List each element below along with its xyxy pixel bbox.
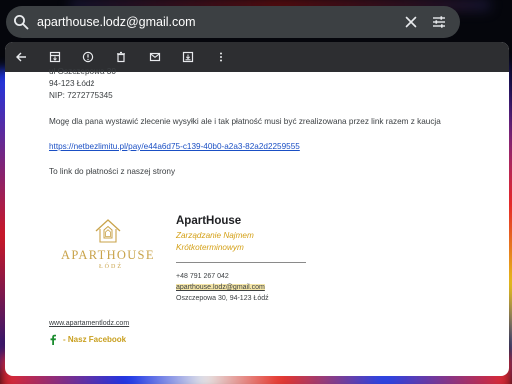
tagline-line-2: Krótkoterminowym — [176, 243, 244, 252]
company-tagline: Zarządzanie Najmem Krótkoterminowym — [176, 230, 316, 254]
mark-unread-icon[interactable] — [147, 49, 163, 65]
search-options-icon[interactable] — [432, 15, 446, 29]
signature-email-link[interactable]: aparthouse.lodz@gmail.com — [176, 284, 265, 291]
facebook-icon — [50, 334, 56, 345]
signature-divider — [176, 262, 306, 263]
archive-icon[interactable] — [47, 49, 63, 65]
back-arrow-icon[interactable] — [13, 49, 29, 65]
message-text: Mogę dla pana wystawić zlecenie wysyłki … — [49, 117, 441, 126]
signature-info: ApartHouse Zarządzanie Najmem Krótkoterm… — [176, 215, 316, 302]
move-to-icon[interactable] — [180, 49, 196, 65]
company-name: ApartHouse — [176, 215, 242, 227]
phone-number: +48 791 267 042 — [176, 273, 229, 280]
website-link[interactable]: www.apartamentlodz.com — [49, 320, 129, 327]
email-signature: APARTHOUSE ŁÓDŹ ApartHouse Zarządzanie N… — [5, 178, 509, 376]
delete-icon[interactable] — [113, 49, 129, 65]
address-line-city: 94-123 Łódź — [49, 79, 95, 88]
signature-address: Oszczepowa 30, 94-123 Łódź — [176, 295, 269, 302]
tagline-line-1: Zarządzanie Najmem — [176, 231, 254, 240]
search-bar[interactable] — [6, 6, 460, 38]
email-window: ul Oszczepowa 30 94-123 Łódź NIP: 727277… — [5, 42, 509, 376]
search-input[interactable] — [37, 15, 404, 29]
house-logo-icon — [95, 219, 121, 243]
sender-address: ul Oszczepowa 30 94-123 Łódź NIP: 727277… — [49, 66, 509, 102]
address-line-street: ul Oszczepowa 30 — [49, 67, 116, 76]
facebook-label: - Nasz Facebook — [63, 335, 127, 344]
more-vert-icon[interactable] — [213, 49, 229, 65]
search-icon[interactable] — [13, 14, 29, 30]
logo-city: ŁÓDŹ — [99, 264, 123, 270]
closing-text: To link do płatności z naszej strony — [49, 167, 176, 176]
payment-link[interactable]: https://netbezlimitu.pl/pay/e44a6d75-c13… — [49, 142, 300, 151]
logo-wordmark: APARTHOUSE — [61, 248, 155, 262]
clear-search-icon[interactable] — [404, 15, 418, 29]
aparthouse-logo: APARTHOUSE ŁÓDŹ — [49, 218, 167, 276]
report-spam-icon[interactable] — [80, 49, 96, 65]
email-body: ul Oszczepowa 30 94-123 Łódź NIP: 727277… — [5, 66, 509, 176]
address-line-nip: NIP: 7272775345 — [49, 91, 113, 100]
facebook-link[interactable]: - Nasz Facebook — [49, 334, 126, 345]
